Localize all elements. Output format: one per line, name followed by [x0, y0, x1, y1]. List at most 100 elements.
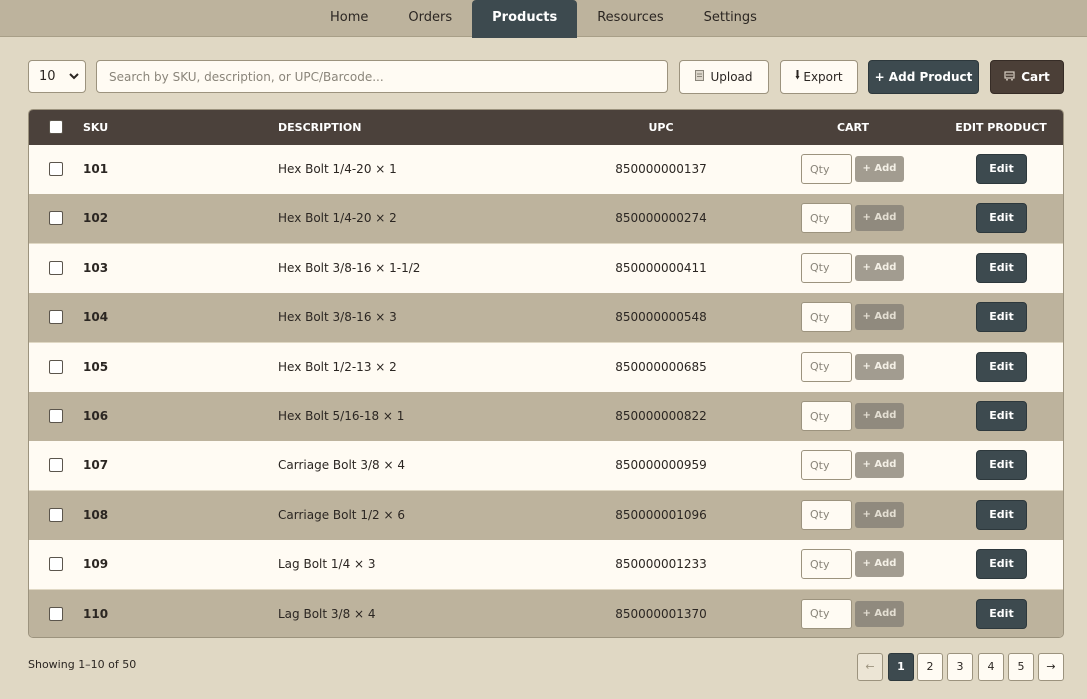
- nav-tab-products[interactable]: Products: [472, 0, 578, 38]
- page-button[interactable]: 4: [978, 653, 1004, 681]
- add-to-cart-button[interactable]: + Add: [855, 254, 904, 281]
- table-row: 106 Hex Bolt 5/16-18 × 1 850000000822 + Add…: [29, 392, 1063, 441]
- add-to-cart-button[interactable]: + Add: [855, 501, 904, 528]
- upc-cell: 850000001233: [615, 557, 707, 572]
- sku-cell: 102: [83, 211, 109, 226]
- upc-cell: 850000000959: [615, 458, 707, 473]
- upc-cell: 850000000548: [615, 310, 707, 325]
- nav-tab-orders[interactable]: Orders: [388, 0, 472, 36]
- qty-input[interactable]: [801, 598, 852, 629]
- add-to-cart-button[interactable]: + Add: [855, 156, 904, 182]
- page-button[interactable]: 2: [917, 653, 943, 681]
- row-checkbox[interactable]: [49, 211, 63, 226]
- row-checkbox[interactable]: [49, 359, 63, 374]
- header-cart: CART: [836, 121, 870, 134]
- header-description[interactable]: DESCRIPTION: [278, 110, 361, 145]
- qty-input[interactable]: [801, 499, 852, 530]
- qty-input[interactable]: [801, 154, 852, 184]
- table-row: 108 Carriage Bolt 1/2 × 6 850000001096 + Ad…: [29, 490, 1063, 540]
- add-to-cart-button[interactable]: + Add: [855, 353, 904, 380]
- edit-button[interactable]: Edit: [976, 252, 1027, 283]
- description-cell: Carriage Bolt 1/2 × 6: [278, 507, 405, 522]
- nav-tab-settings[interactable]: Settings: [684, 0, 777, 36]
- add-to-cart-button[interactable]: + Add: [855, 205, 904, 232]
- edit-button[interactable]: Edit: [976, 203, 1027, 234]
- add-to-cart-button[interactable]: + Add: [855, 600, 904, 627]
- qty-input[interactable]: [801, 549, 852, 580]
- upc-cell: 850000000685: [615, 359, 707, 374]
- qty-input[interactable]: [801, 252, 852, 283]
- next-page-button[interactable]: →: [1038, 653, 1064, 681]
- qty-input[interactable]: [801, 302, 852, 333]
- export-label: Export: [803, 70, 843, 84]
- prev-page-button[interactable]: ←: [857, 653, 883, 681]
- description-cell: Hex Bolt 1/4-20 × 1: [278, 162, 397, 176]
- toolbar: 10 Upload Export + Add Product Cart: [28, 59, 1064, 94]
- row-checkbox[interactable]: [49, 409, 63, 423]
- select-all-checkbox[interactable]: [49, 120, 63, 134]
- table-row: 109 Lag Bolt 1/4 × 3 850000001233 + Add Edit: [29, 540, 1063, 590]
- cart-label: Cart: [1021, 70, 1050, 84]
- edit-button[interactable]: Edit: [976, 401, 1027, 431]
- export-button[interactable]: Export: [780, 60, 858, 94]
- sku-cell: 110: [83, 606, 109, 621]
- add-to-cart-button[interactable]: + Add: [855, 304, 904, 331]
- edit-button[interactable]: Edit: [976, 598, 1027, 629]
- header-upc[interactable]: UPC: [611, 110, 711, 145]
- upc-cell: 850000000274: [615, 211, 707, 226]
- row-checkbox[interactable]: [49, 507, 63, 522]
- sku-cell: 106: [83, 409, 109, 423]
- pagination-summary: Showing 1–10 of 50: [28, 658, 137, 671]
- table-row: 102 Hex Bolt 1/4-20 × 2 850000000274 + Add E…: [29, 194, 1063, 244]
- add-to-cart-button[interactable]: + Add: [855, 551, 904, 578]
- edit-button[interactable]: Edit: [976, 450, 1027, 481]
- description-cell: Carriage Bolt 3/8 × 4: [278, 458, 405, 473]
- sku-cell: 103: [83, 260, 109, 275]
- table-row: 103 Hex Bolt 3/8-16 × 1-1/2 850000000411 + …: [29, 243, 1063, 293]
- row-checkbox[interactable]: [49, 162, 63, 176]
- table-row: 101 Hex Bolt 1/4-20 × 1 850000000137 + Add E…: [29, 145, 1063, 194]
- page-size-select[interactable]: 10: [28, 60, 86, 93]
- qty-input[interactable]: [801, 203, 852, 234]
- products-table: SKU DESCRIPTION UPC CART EDIT PRODUCT 10…: [28, 109, 1064, 638]
- qty-input[interactable]: [801, 351, 852, 382]
- table-row: 110 Lag Bolt 3/8 × 4 850000001370 + Add Edit: [29, 589, 1063, 637]
- add-product-button[interactable]: + Add Product: [868, 60, 979, 94]
- cart-button[interactable]: Cart: [990, 60, 1064, 94]
- upload-button[interactable]: Upload: [679, 60, 769, 94]
- download-icon: [795, 62, 800, 94]
- description-cell: Hex Bolt 5/16-18 × 1: [278, 409, 405, 423]
- add-to-cart-button[interactable]: + Add: [855, 403, 904, 429]
- edit-button[interactable]: Edit: [976, 154, 1027, 184]
- description-cell: Hex Bolt 3/8-16 × 3: [278, 310, 397, 325]
- upc-cell: 850000000411: [615, 260, 707, 275]
- row-checkbox[interactable]: [49, 557, 63, 572]
- page-button[interactable]: 1: [888, 653, 914, 681]
- search-input[interactable]: [96, 60, 668, 93]
- upload-label: Upload: [710, 70, 753, 84]
- upc-cell: 850000001096: [615, 507, 707, 522]
- table-row: 107 Carriage Bolt 3/8 × 4 850000000959 + Ad…: [29, 441, 1063, 491]
- row-checkbox[interactable]: [49, 260, 63, 275]
- cart-icon: [1004, 62, 1015, 94]
- edit-button[interactable]: Edit: [976, 302, 1027, 333]
- page-button[interactable]: 3: [947, 653, 973, 681]
- sku-cell: 104: [83, 310, 109, 325]
- edit-button[interactable]: Edit: [976, 549, 1027, 580]
- row-checkbox[interactable]: [49, 310, 63, 325]
- edit-button[interactable]: Edit: [976, 499, 1027, 530]
- page-size-value: 10: [39, 69, 56, 84]
- qty-input[interactable]: [801, 401, 852, 431]
- header-edit-product: EDIT PRODUCT: [955, 121, 1047, 134]
- table-header: SKU DESCRIPTION UPC CART EDIT PRODUCT: [29, 110, 1063, 145]
- row-checkbox[interactable]: [49, 606, 63, 621]
- document-icon: [695, 62, 705, 94]
- qty-input[interactable]: [801, 450, 852, 481]
- row-checkbox[interactable]: [49, 458, 63, 473]
- nav-tab-resources[interactable]: Resources: [577, 0, 683, 36]
- header-sku[interactable]: SKU: [83, 110, 108, 145]
- page-button[interactable]: 5: [1008, 653, 1034, 681]
- add-to-cart-button[interactable]: + Add: [855, 452, 904, 479]
- edit-button[interactable]: Edit: [976, 351, 1027, 382]
- nav-tab-home[interactable]: Home: [310, 0, 388, 36]
